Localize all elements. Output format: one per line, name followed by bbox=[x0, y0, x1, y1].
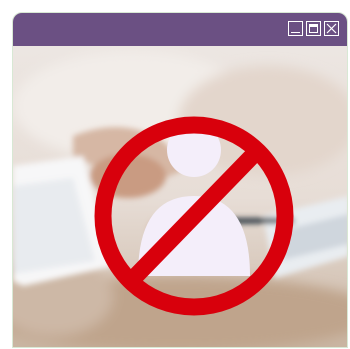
content-area bbox=[13, 46, 347, 347]
window-titlebar[interactable] bbox=[13, 13, 347, 46]
maximize-icon[interactable] bbox=[306, 21, 321, 36]
app-window bbox=[12, 12, 348, 348]
window-controls bbox=[288, 21, 339, 36]
background-photo bbox=[13, 46, 347, 347]
minimize-icon[interactable] bbox=[288, 21, 303, 36]
close-icon[interactable] bbox=[324, 21, 339, 36]
